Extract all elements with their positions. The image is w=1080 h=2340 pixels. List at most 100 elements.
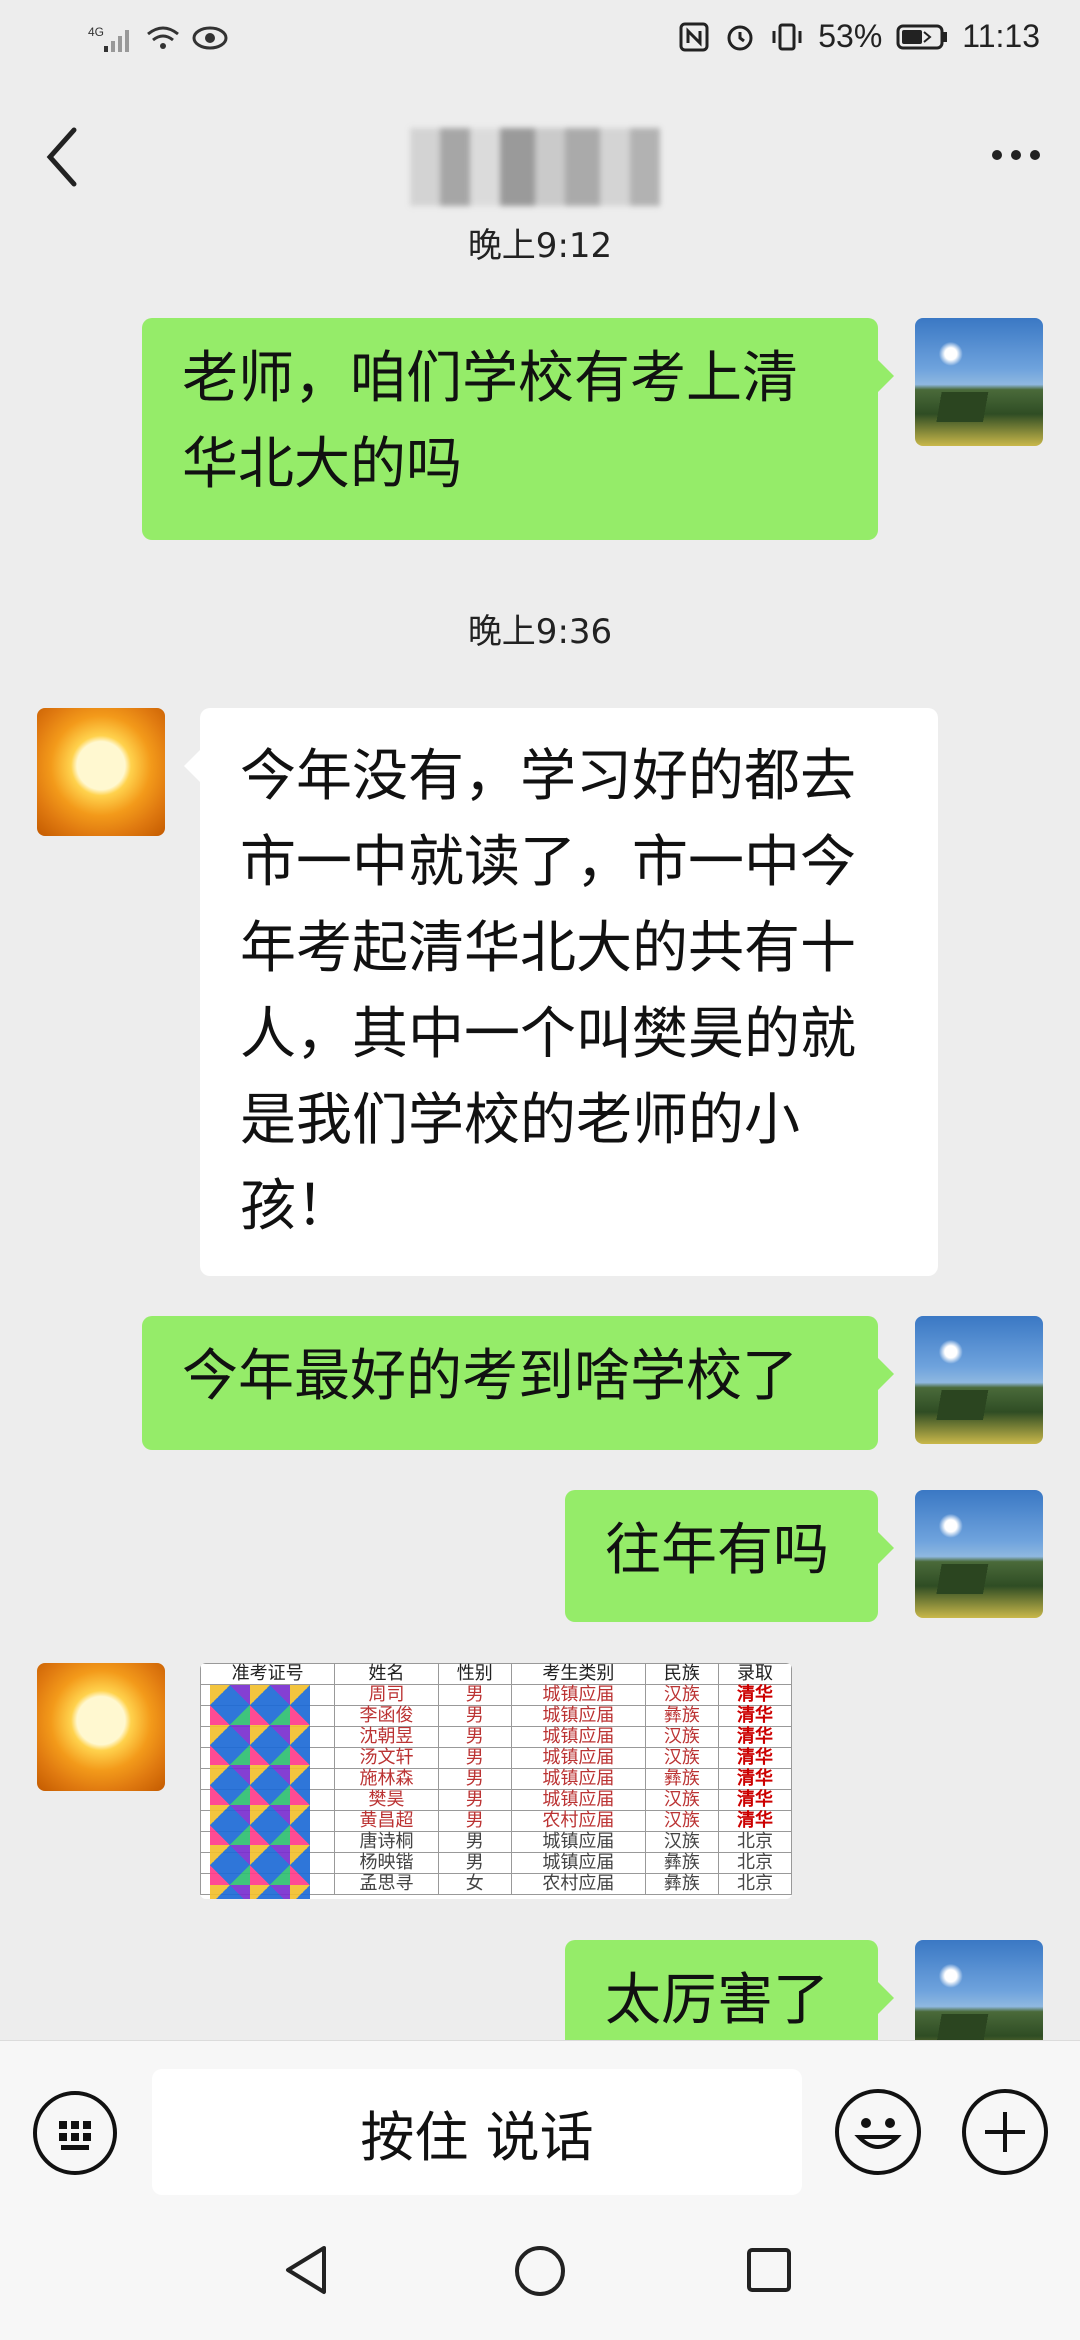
table-cell: 城镇应届 [510,1726,646,1748]
dot-icon [1011,150,1021,160]
chat-title-obscured [410,128,660,206]
chevron-left-icon [46,127,77,187]
signal-strength-icon: 4G [88,25,228,52]
my-avatar[interactable] [915,1490,1043,1618]
table-cell: 樊昊 [334,1789,439,1811]
timestamp: 晚上9:12 [467,226,613,266]
more-functions-button[interactable] [962,2089,1048,2175]
my-avatar[interactable] [915,1316,1043,1444]
pixelated-overlay [210,1685,310,1899]
table-cell: 汉族 [644,1747,719,1769]
table-cell: 男 [437,1705,512,1727]
table-cell: 杨映锴 [334,1852,439,1874]
table-cell: 汉族 [644,1810,719,1832]
hold-to-talk-button[interactable]: 按住 说话 [152,2069,802,2195]
table-cell: 汉族 [644,1684,719,1706]
battery-icon [896,24,948,49]
dot-icon [1030,150,1040,160]
table-cell: 农村应届 [510,1873,646,1895]
chat-header [0,80,1080,230]
nav-recents-icon[interactable] [745,2246,793,2294]
smiley-icon [854,2118,902,2149]
table-cell: 城镇应届 [510,1768,646,1790]
my-avatar[interactable] [915,318,1043,446]
table-cell: 清华 [717,1684,792,1706]
alarm-icon [727,25,753,50]
network-type-label: 4G [88,25,104,39]
clock: 11:13 [962,18,1040,54]
table-cell: 男 [437,1747,512,1769]
message-bubble-sent[interactable]: 老师，咱们学校有考上清华北大的吗 [142,318,894,540]
table-cell: 黄昌超 [334,1810,439,1832]
table-cell: 城镇应届 [510,1789,646,1811]
table-header: 录取 [717,1663,792,1685]
input-bar: 按住 说话 [0,2040,1080,2201]
table-cell: 男 [437,1810,512,1832]
table-cell: 城镇应届 [510,1831,646,1853]
table-cell: 汉族 [644,1726,719,1748]
table-cell: 清华 [717,1747,792,1769]
table-cell: 周司 [334,1684,439,1706]
table-cell: 汉族 [644,1831,719,1853]
table-cell: 北京 [717,1831,792,1853]
contact-avatar[interactable] [37,708,165,836]
nav-back-icon[interactable] [282,2244,332,2296]
table-cell: 彝族 [644,1705,719,1727]
table-cell: 清华 [717,1768,792,1790]
back-button[interactable] [40,122,90,192]
message-bubble-received[interactable]: 今年没有，学习好的都去市一中就读了，市一中今年考起清华北大的共有十人，其中一个叫… [184,708,938,1276]
status-bar: 4G 53% 11:13 [0,0,1080,80]
system-navigation-bar [0,2200,1080,2340]
table-cell: 清华 [717,1726,792,1748]
table-cell: 汤文轩 [334,1747,439,1769]
emoji-button[interactable] [835,2089,921,2175]
table-cell: 施林森 [334,1768,439,1790]
more-options-button[interactable] [992,150,1040,160]
nfc-icon [679,22,709,51]
plus-icon [985,2112,1025,2152]
table-header: 姓名 [334,1663,439,1685]
table-cell: 李函俊 [334,1705,439,1727]
table-header: 民族 [644,1663,719,1685]
table-cell: 城镇应届 [510,1684,646,1706]
message-bubble-sent[interactable]: 今年最好的考到啥学校了 [142,1316,894,1450]
table-cell: 唐诗桐 [334,1831,439,1853]
table-header: 考生类别 [510,1663,646,1685]
table-cell: 男 [437,1789,512,1811]
table-cell: 沈朝昱 [334,1726,439,1748]
table-cell: 清华 [717,1705,792,1727]
keyboard-toggle-button[interactable] [33,2091,117,2175]
table-cell: 男 [437,1684,512,1706]
table-cell: 男 [437,1768,512,1790]
table-header: 性别 [437,1663,512,1685]
contact-avatar[interactable] [37,1663,165,1791]
table-cell: 男 [437,1726,512,1748]
table-header: 准考证号 [200,1663,336,1685]
signal-icons: 4G [88,24,238,62]
table-cell: 城镇应届 [510,1705,646,1727]
table-cell: 女 [437,1873,512,1895]
table-cell: 清华 [717,1789,792,1811]
nav-home-icon[interactable] [513,2244,567,2298]
table-cell: 彝族 [644,1768,719,1790]
status-right: 53% 11:13 [678,18,1040,55]
table-cell: 北京 [717,1852,792,1874]
table-cell: 北京 [717,1873,792,1895]
table-cell: 农村应届 [510,1810,646,1832]
table-cell: 孟思寻 [334,1873,439,1895]
table-cell: 男 [437,1852,512,1874]
keyboard-icon [59,2121,91,2150]
table-cell: 男 [437,1831,512,1853]
message-bubble-sent[interactable]: 往年有吗 [565,1490,894,1622]
table-cell: 城镇应届 [510,1852,646,1874]
vibrate-icon [772,23,802,50]
table-cell: 城镇应届 [510,1747,646,1769]
table-cell: 彝族 [644,1873,719,1895]
table-cell: 汉族 [644,1789,719,1811]
timestamp: 晚上9:36 [467,612,613,652]
table-cell: 清华 [717,1810,792,1832]
battery-percent: 53% [818,18,883,54]
image-message[interactable]: 准考证号 姓名 性别 考生类别 民族 录取 周司 男 城镇应届 汉族 清华 李函… [200,1663,792,1899]
dot-icon [992,150,1002,160]
table-cell: 彝族 [644,1852,719,1874]
